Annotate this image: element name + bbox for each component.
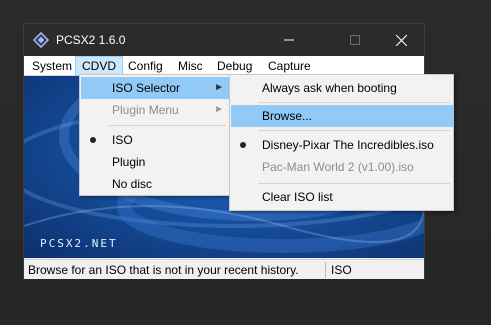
menu-item-plugin[interactable]: Plugin [81,151,230,173]
maximize-button[interactable] [332,24,378,56]
menu-item-label: Disney-Pixar The Incredibles.iso [262,138,434,152]
menu-item-label: ISO Selector [112,81,181,95]
chevron-right-icon: ► [214,104,224,115]
menu-system[interactable]: System [26,56,78,76]
menu-item-recent-iso[interactable]: Pac-Man World 2 (v1.00).iso [231,156,454,178]
minimize-button[interactable] [266,24,312,56]
menu-item-label: No disc [112,177,153,191]
menu-item-label: Always ask when booting [262,81,397,95]
close-button[interactable] [378,24,424,56]
menu-item-label: Pac-Man World 2 (v1.00).iso [262,160,414,174]
menu-item-label: Plugin Menu [112,103,179,117]
window-title: PCSX2 1.6.0 [56,33,126,47]
menu-item-label: Browse... [262,109,313,123]
minimize-icon [284,39,294,41]
menu-item-always-ask[interactable]: Always ask when booting [231,77,454,99]
menu-separator [258,130,450,131]
menu-item-plugin-menu[interactable]: Plugin Menu ► [81,99,230,121]
menu-capture[interactable]: Capture [262,56,317,76]
radio-bullet-icon [240,142,246,148]
menu-item-iso[interactable]: ISO [81,129,230,151]
menu-item-label: Clear ISO list [262,190,333,204]
close-icon [395,34,407,46]
status-mode: ISO [331,263,352,277]
chevron-right-icon: ► [214,82,224,93]
iso-selector-submenu: Always ask when booting Browse... Disney… [229,74,454,211]
menu-item-recent-iso[interactable]: Disney-Pixar The Incredibles.iso [231,134,454,156]
cdvd-menu: ISO Selector ► Plugin Menu ► ISO Plugin … [79,74,230,196]
pcsx2-logo-icon [33,32,49,48]
menu-misc[interactable]: Misc [172,56,209,76]
status-divider [325,262,326,278]
radio-bullet-icon [90,137,96,143]
menu-item-iso-selector[interactable]: ISO Selector ► [81,77,230,99]
status-message: Browse for an ISO that is not in your re… [28,263,299,277]
menu-item-label: ISO [112,133,133,147]
brand-text: PCSX2.NET [40,237,118,250]
menu-item-no-disc[interactable]: No disc [81,173,230,195]
menu-bar: System CDVD Config Misc Debug Capture [24,56,424,76]
menu-separator [258,183,450,184]
menu-debug[interactable]: Debug [211,56,258,76]
menu-item-browse[interactable]: Browse... [231,105,454,127]
menu-separator [258,102,450,103]
menu-separator [108,125,226,126]
maximize-icon [350,35,360,45]
menu-item-clear-iso-list[interactable]: Clear ISO list [231,186,454,208]
menu-cdvd[interactable]: CDVD [75,56,124,76]
status-bar: Browse for an ISO that is not in your re… [24,259,424,279]
menu-config[interactable]: Config [122,56,169,76]
menu-item-label: Plugin [112,155,146,169]
title-bar[interactable]: PCSX2 1.6.0 [24,24,424,56]
